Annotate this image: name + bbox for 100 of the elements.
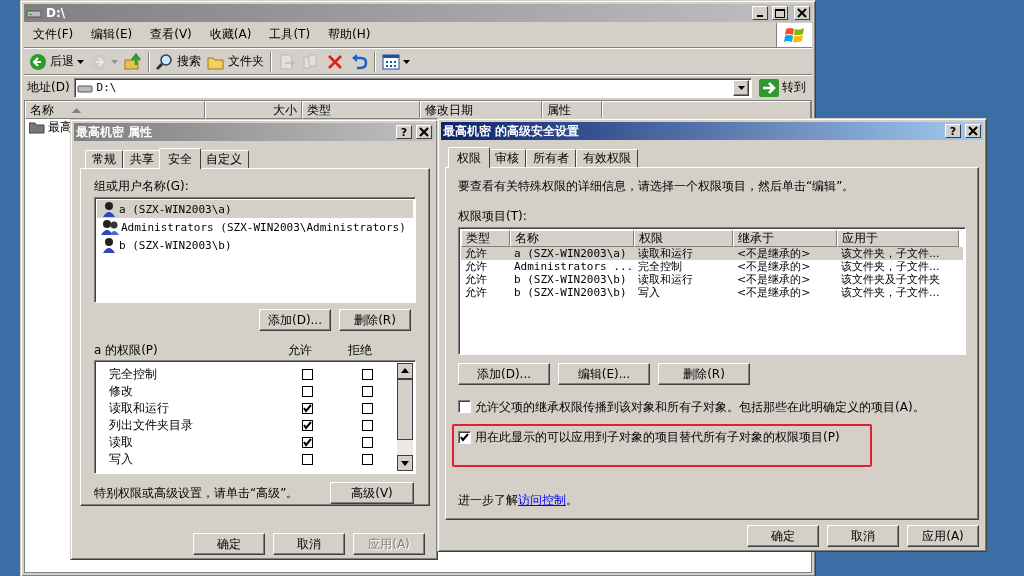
column-header[interactable]: 名称 — [25, 101, 205, 119]
tab[interactable]: 常规 — [85, 150, 123, 168]
close-icon — [417, 126, 431, 138]
deny-checkbox[interactable] — [361, 436, 373, 448]
views-button[interactable] — [379, 51, 413, 72]
sort-arrow-icon — [72, 107, 81, 113]
user-icon — [101, 237, 117, 254]
address-field[interactable]: D:\ — [73, 77, 752, 98]
dropdown-button[interactable] — [733, 79, 749, 96]
search-icon — [156, 52, 174, 71]
caret-icon — [77, 59, 84, 64]
column-header[interactable]: 类型 — [461, 229, 510, 247]
access-control-link[interactable]: 访问控制 — [518, 493, 566, 508]
user-list-item[interactable]: a (SZX-WIN2003\a) — [97, 200, 413, 219]
maximize-button[interactable] — [772, 6, 788, 20]
deny-checkbox[interactable] — [361, 385, 373, 397]
deny-checkbox[interactable] — [361, 368, 373, 380]
window-title: 最高机密 属性 — [76, 124, 153, 140]
allow-checkbox[interactable] — [301, 453, 313, 465]
maximize-icon — [774, 8, 786, 18]
user-list-item[interactable]: Administrators (SZX-WIN2003\Administrators) — [97, 218, 413, 237]
scrollbar[interactable] — [397, 362, 413, 471]
list-button[interactable]: 添加(D)... — [258, 309, 331, 332]
minimize-icon — [757, 15, 763, 17]
permission-name: 读取和运行 — [108, 401, 170, 416]
user-list-item[interactable]: b (SZX-WIN2003\b) — [97, 236, 413, 255]
minimize-button[interactable] — [752, 6, 768, 20]
address-label: 地址(D) — [27, 80, 70, 95]
permission-name: 列出文件夹目录 — [108, 418, 194, 433]
list-label: 组或用户名称(G): — [94, 179, 190, 194]
checkbox-option[interactable]: 用在此显示的可以应用到子对象的项目替代所有子对象的权限项目(P) — [458, 430, 870, 445]
tab[interactable]: 所有者 — [526, 149, 576, 167]
column-header[interactable]: 权限 — [634, 229, 733, 247]
list-button[interactable]: 删除(R) — [658, 362, 750, 385]
allow-checkbox[interactable] — [301, 385, 313, 397]
search-button[interactable]: 搜索 — [153, 51, 204, 72]
instruction-text: 要查看有关特殊权限的详细信息，请选择一个权限项目，然后单击“编辑”。 — [458, 179, 856, 194]
dialog-button[interactable]: 确定 — [747, 525, 819, 547]
close-button[interactable] — [794, 6, 810, 20]
column-header[interactable]: 大小 — [205, 101, 302, 119]
forward-icon — [90, 52, 108, 71]
list-button[interactable]: 添加(D)... — [458, 362, 550, 385]
folder-icon — [29, 121, 45, 134]
column-header[interactable]: 继承于 — [733, 229, 837, 247]
permission-entry-row[interactable]: 允许 b (SZX-WIN2003\b) 写入 <不是继承的> 该文件夹，子文件... — [461, 285, 963, 299]
allow-checkbox[interactable] — [301, 402, 313, 414]
menu-item[interactable]: 工具(T) — [260, 24, 320, 45]
allow-checkbox[interactable] — [301, 419, 313, 431]
allow-checkbox[interactable] — [301, 436, 313, 448]
tab[interactable]: 有效权限 — [576, 149, 638, 167]
undo-icon — [350, 52, 368, 71]
close-icon — [966, 125, 980, 137]
deny-checkbox[interactable] — [361, 402, 373, 414]
column-header[interactable]: 名称 — [510, 229, 634, 247]
column-label: 拒绝 — [347, 343, 373, 358]
check-icon — [301, 403, 313, 414]
menu-item[interactable]: 文件(F) — [24, 24, 83, 45]
checkbox-option[interactable]: 允许父项的继承权限传播到该对象和所有子对象。包括那些在此明确定义的项目(A)。 — [458, 399, 966, 415]
advanced-button[interactable]: 高级(V) — [330, 481, 414, 504]
back-button[interactable]: 后退 — [26, 51, 87, 72]
permission-name: 修改 — [108, 384, 134, 399]
close-button[interactable] — [965, 124, 981, 138]
group-icon — [101, 219, 119, 236]
column-header[interactable]: 类型 — [302, 101, 420, 119]
column-header[interactable]: 属性 — [542, 101, 602, 119]
permission-name: 读取 — [108, 435, 134, 450]
dialog-button[interactable]: 取消 — [827, 525, 899, 547]
tab[interactable]: 共享 — [123, 150, 161, 168]
close-button[interactable] — [416, 125, 432, 139]
menu-item[interactable]: 查看(V) — [141, 24, 201, 45]
deny-checkbox[interactable] — [361, 419, 373, 431]
tab[interactable]: 自定义 — [199, 150, 249, 168]
deny-checkbox[interactable] — [361, 453, 373, 465]
permissions-label: a 的权限(P) — [94, 343, 159, 358]
help-button[interactable]: ? — [396, 125, 412, 139]
pages-icon — [302, 52, 320, 71]
column-header[interactable]: 应用于 — [837, 229, 959, 247]
list-button[interactable]: 编辑(E)... — [558, 362, 650, 385]
column-label: 允许 — [287, 343, 313, 358]
dialog-button[interactable]: 取消 — [273, 533, 345, 555]
permission-entry-row[interactable]: 允许 Administrators ... 完全控制 <不是继承的> 该文件夹，子文件... — [461, 259, 963, 273]
go-button[interactable]: 转到 — [756, 77, 809, 98]
menu-item[interactable]: 帮助(H) — [319, 24, 380, 45]
tab[interactable]: 安全 — [159, 148, 201, 169]
allow-checkbox[interactable] — [301, 368, 313, 380]
tab[interactable]: 权限 — [448, 147, 490, 168]
permission-entry-row[interactable]: 允许 b (SZX-WIN2003\b) 读取和运行 <不是继承的> 该文件夹及子文件夹 — [461, 272, 963, 286]
up-folder-icon — [124, 52, 142, 71]
dialog-button[interactable]: 确定 — [193, 533, 265, 555]
user-icon — [101, 201, 117, 218]
folders-button[interactable]: 文件夹 — [204, 51, 267, 72]
hint-text: 特别权限或高级设置，请单击“高级”。 — [94, 485, 299, 500]
column-header[interactable]: 修改日期 — [420, 101, 542, 119]
window-title: 最高机密 的高级安全设置 — [443, 123, 580, 139]
list-button[interactable]: 删除(R) — [339, 309, 411, 332]
menu-item[interactable]: 收藏(A) — [200, 24, 261, 45]
menu-item[interactable]: 编辑(E) — [82, 24, 142, 45]
help-button[interactable]: ? — [945, 124, 961, 138]
tab[interactable]: 审核 — [488, 149, 526, 167]
dialog-button[interactable]: 应用(A) — [907, 525, 979, 547]
